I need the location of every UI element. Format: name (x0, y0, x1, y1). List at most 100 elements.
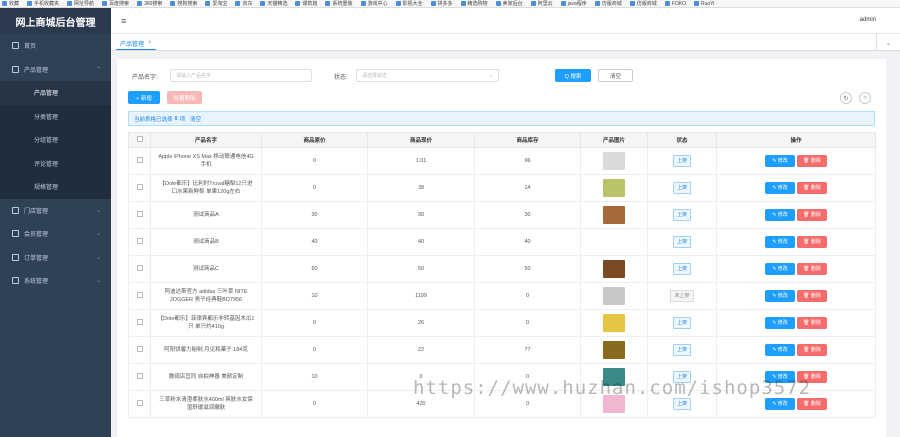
bookmark-item[interactable]: 百度搜索 (102, 0, 129, 7)
edit-button[interactable]: ✎ 修改 (765, 317, 795, 329)
bookmark-item[interactable]: RuoYi (693, 1, 714, 7)
tab-product-management[interactable]: 产品管理 × (116, 37, 156, 50)
delete-button[interactable]: 🗑 删除 (797, 290, 827, 302)
add-button[interactable]: + 新增 (128, 91, 160, 104)
bookmark-item[interactable]: 爱淘宝 (205, 0, 227, 7)
edit-button[interactable]: ✎ 修改 (765, 236, 795, 248)
bookmark-item[interactable]: 影视大全 (395, 0, 423, 7)
product-image[interactable] (603, 206, 625, 224)
row-checkbox[interactable] (128, 282, 151, 310)
product-name-input[interactable]: 请输入产品名字 (170, 69, 312, 82)
edit-button[interactable]: ✎ 修改 (765, 344, 795, 356)
status-select[interactable]: 请选择状态 ⌄ (356, 69, 499, 82)
sidebar-item-spec[interactable]: 规格管理 (0, 175, 111, 199)
bookmark-item[interactable]: java程序 (560, 0, 587, 7)
menu-toggle-icon[interactable]: ≡ (121, 16, 126, 26)
user-name[interactable]: admin (860, 17, 876, 23)
edit-button[interactable]: ✎ 修改 (765, 209, 795, 221)
bookmark-item[interactable]: 仿版商城 (594, 0, 622, 7)
chevron-down-icon[interactable]: ⌄ (876, 34, 900, 51)
bookmark-item[interactable]: 系统重装 (325, 0, 353, 7)
delete-button[interactable]: 🗑 删除 (797, 398, 827, 410)
sidebar-item-store[interactable]: 门店管理 ⌄ (0, 199, 111, 223)
status-badge: 上架 (672, 236, 691, 248)
bookmark-icon (693, 1, 699, 6)
batch-delete-button[interactable]: 批量删除 (167, 91, 202, 104)
col-name: 产品名字 (150, 132, 262, 148)
delete-button[interactable]: 🗑 删除 (797, 344, 827, 356)
row-checkbox[interactable] (128, 255, 151, 283)
sidebar-item-group[interactable]: 分组管理 (0, 128, 111, 152)
app-logo: 网上商城后台管理 (0, 8, 111, 34)
bookmark-item[interactable]: 爆款趋 (295, 0, 317, 7)
delete-button[interactable]: 🗑 删除 (797, 182, 827, 194)
bookmark-item[interactable]: 搜狗搜索 (170, 0, 197, 7)
search-button[interactable]: Q 搜索 (555, 69, 591, 82)
row-checkbox[interactable] (128, 174, 151, 202)
edit-button[interactable]: ✎ 修改 (765, 263, 795, 275)
sidebar-item-member[interactable]: 会员管理 ⌄ (0, 222, 111, 246)
delete-button[interactable]: 🗑 删除 (797, 263, 827, 275)
edit-button[interactable]: ✎ 修改 (765, 155, 795, 167)
delete-button[interactable]: 🗑 删除 (797, 317, 827, 329)
selection-info: 当前表格已选择 0 项 清空 (128, 111, 875, 126)
sidebar: 网上商城后台管理 首页 产品管理 ⌃ 产品管理 分类管理 分组管理 评论管理 规格管理 门店管理… (0, 8, 111, 437)
sidebar-item-product-list[interactable]: 产品管理 (0, 81, 111, 105)
bookmark-icon (2, 1, 7, 6)
delete-button[interactable]: 🗑 删除 (797, 209, 827, 221)
sidebar-item-product[interactable]: 产品管理 ⌃ (0, 58, 111, 82)
bookmark-item[interactable]: 拼多多 (430, 0, 453, 7)
product-image[interactable] (603, 260, 625, 278)
bookmark-item[interactable]: 仿版商城 (629, 0, 657, 7)
table-row: Apple iPhone XS Max 移动联通电信4G手机 0 1.01 96 上架 ✎… (128, 147, 876, 175)
bookmark-item[interactable]: 360搜索 (137, 0, 162, 7)
sidebar-item-comment[interactable]: 评论管理 (0, 151, 111, 175)
clear-button[interactable]: 清空 (598, 69, 633, 82)
bookmark-item[interactable]: 京东 (235, 0, 252, 7)
sidebar-item-order[interactable]: 订单管理 ⌄ (0, 246, 111, 270)
bookmark-item[interactable]: 天猫精选 (260, 0, 287, 7)
bookmark-item[interactable]: 游戏中心 (360, 0, 388, 7)
product-image[interactable] (603, 287, 625, 305)
product-image[interactable] (603, 341, 625, 359)
bookmark-item[interactable]: 手机收藏夹 (27, 0, 59, 7)
row-checkbox[interactable] (128, 228, 151, 256)
row-checkbox[interactable] (128, 336, 151, 364)
product-image[interactable] (603, 314, 625, 332)
bookmark-item[interactable]: 精选购物 (460, 0, 488, 7)
clear-selection-link[interactable]: 清空 (190, 115, 201, 123)
stock: 96 (474, 147, 581, 175)
close-icon[interactable]: × (148, 40, 152, 46)
product-image[interactable] (603, 179, 625, 197)
edit-button[interactable]: ✎ 修改 (765, 290, 795, 302)
row-checkbox[interactable] (128, 390, 151, 418)
status-badge: 上架 (672, 317, 691, 329)
select-all-checkbox[interactable] (128, 132, 151, 148)
search-icon[interactable]: ○ (859, 92, 871, 104)
row-checkbox[interactable] (128, 147, 151, 175)
sidebar-item-home[interactable]: 首页 (0, 34, 111, 58)
table-row: 测试商品C 60 50 50 上架 ✎ 修改 🗑 删除 (128, 255, 876, 283)
sidebar-item-category[interactable]: 分类管理 (0, 104, 111, 128)
sidebar-item-label: 会员管理 (24, 232, 49, 239)
row-checkbox[interactable] (128, 309, 151, 337)
delete-button[interactable]: 🗑 删除 (797, 155, 827, 167)
bookmark-icon (260, 1, 266, 6)
watermark: https://www.huzhan.com/ishop3572 (413, 377, 812, 399)
edit-button[interactable]: ✎ 修改 (765, 398, 795, 410)
sidebar-item-system[interactable]: 系统管理 ⌄ (0, 269, 111, 293)
bookmark-item[interactable]: 阿里云 (530, 0, 553, 7)
row-checkbox[interactable] (128, 201, 151, 229)
table-row: 【Dole都乐】比利时Truval糖梨12只进口水果新鲜梨 单果120g左右 0 3… (128, 174, 876, 202)
bookmark-item[interactable]: 收藏 (2, 0, 19, 7)
product-image[interactable] (603, 152, 625, 170)
bookmark-item[interactable]: FOKO (664, 1, 686, 7)
edit-button[interactable]: ✎ 修改 (765, 182, 795, 194)
bookmark-item[interactable]: 网址导航 (67, 0, 94, 7)
product-image[interactable] (603, 233, 625, 251)
row-checkbox[interactable] (128, 363, 151, 391)
product-name: 阿阳饼馨力秘制 月见和菓子 184克 (150, 336, 262, 364)
refresh-icon[interactable]: ↻ (840, 92, 852, 104)
delete-button[interactable]: 🗑 删除 (797, 236, 827, 248)
bookmark-item[interactable]: 卖家后台 (495, 0, 523, 7)
